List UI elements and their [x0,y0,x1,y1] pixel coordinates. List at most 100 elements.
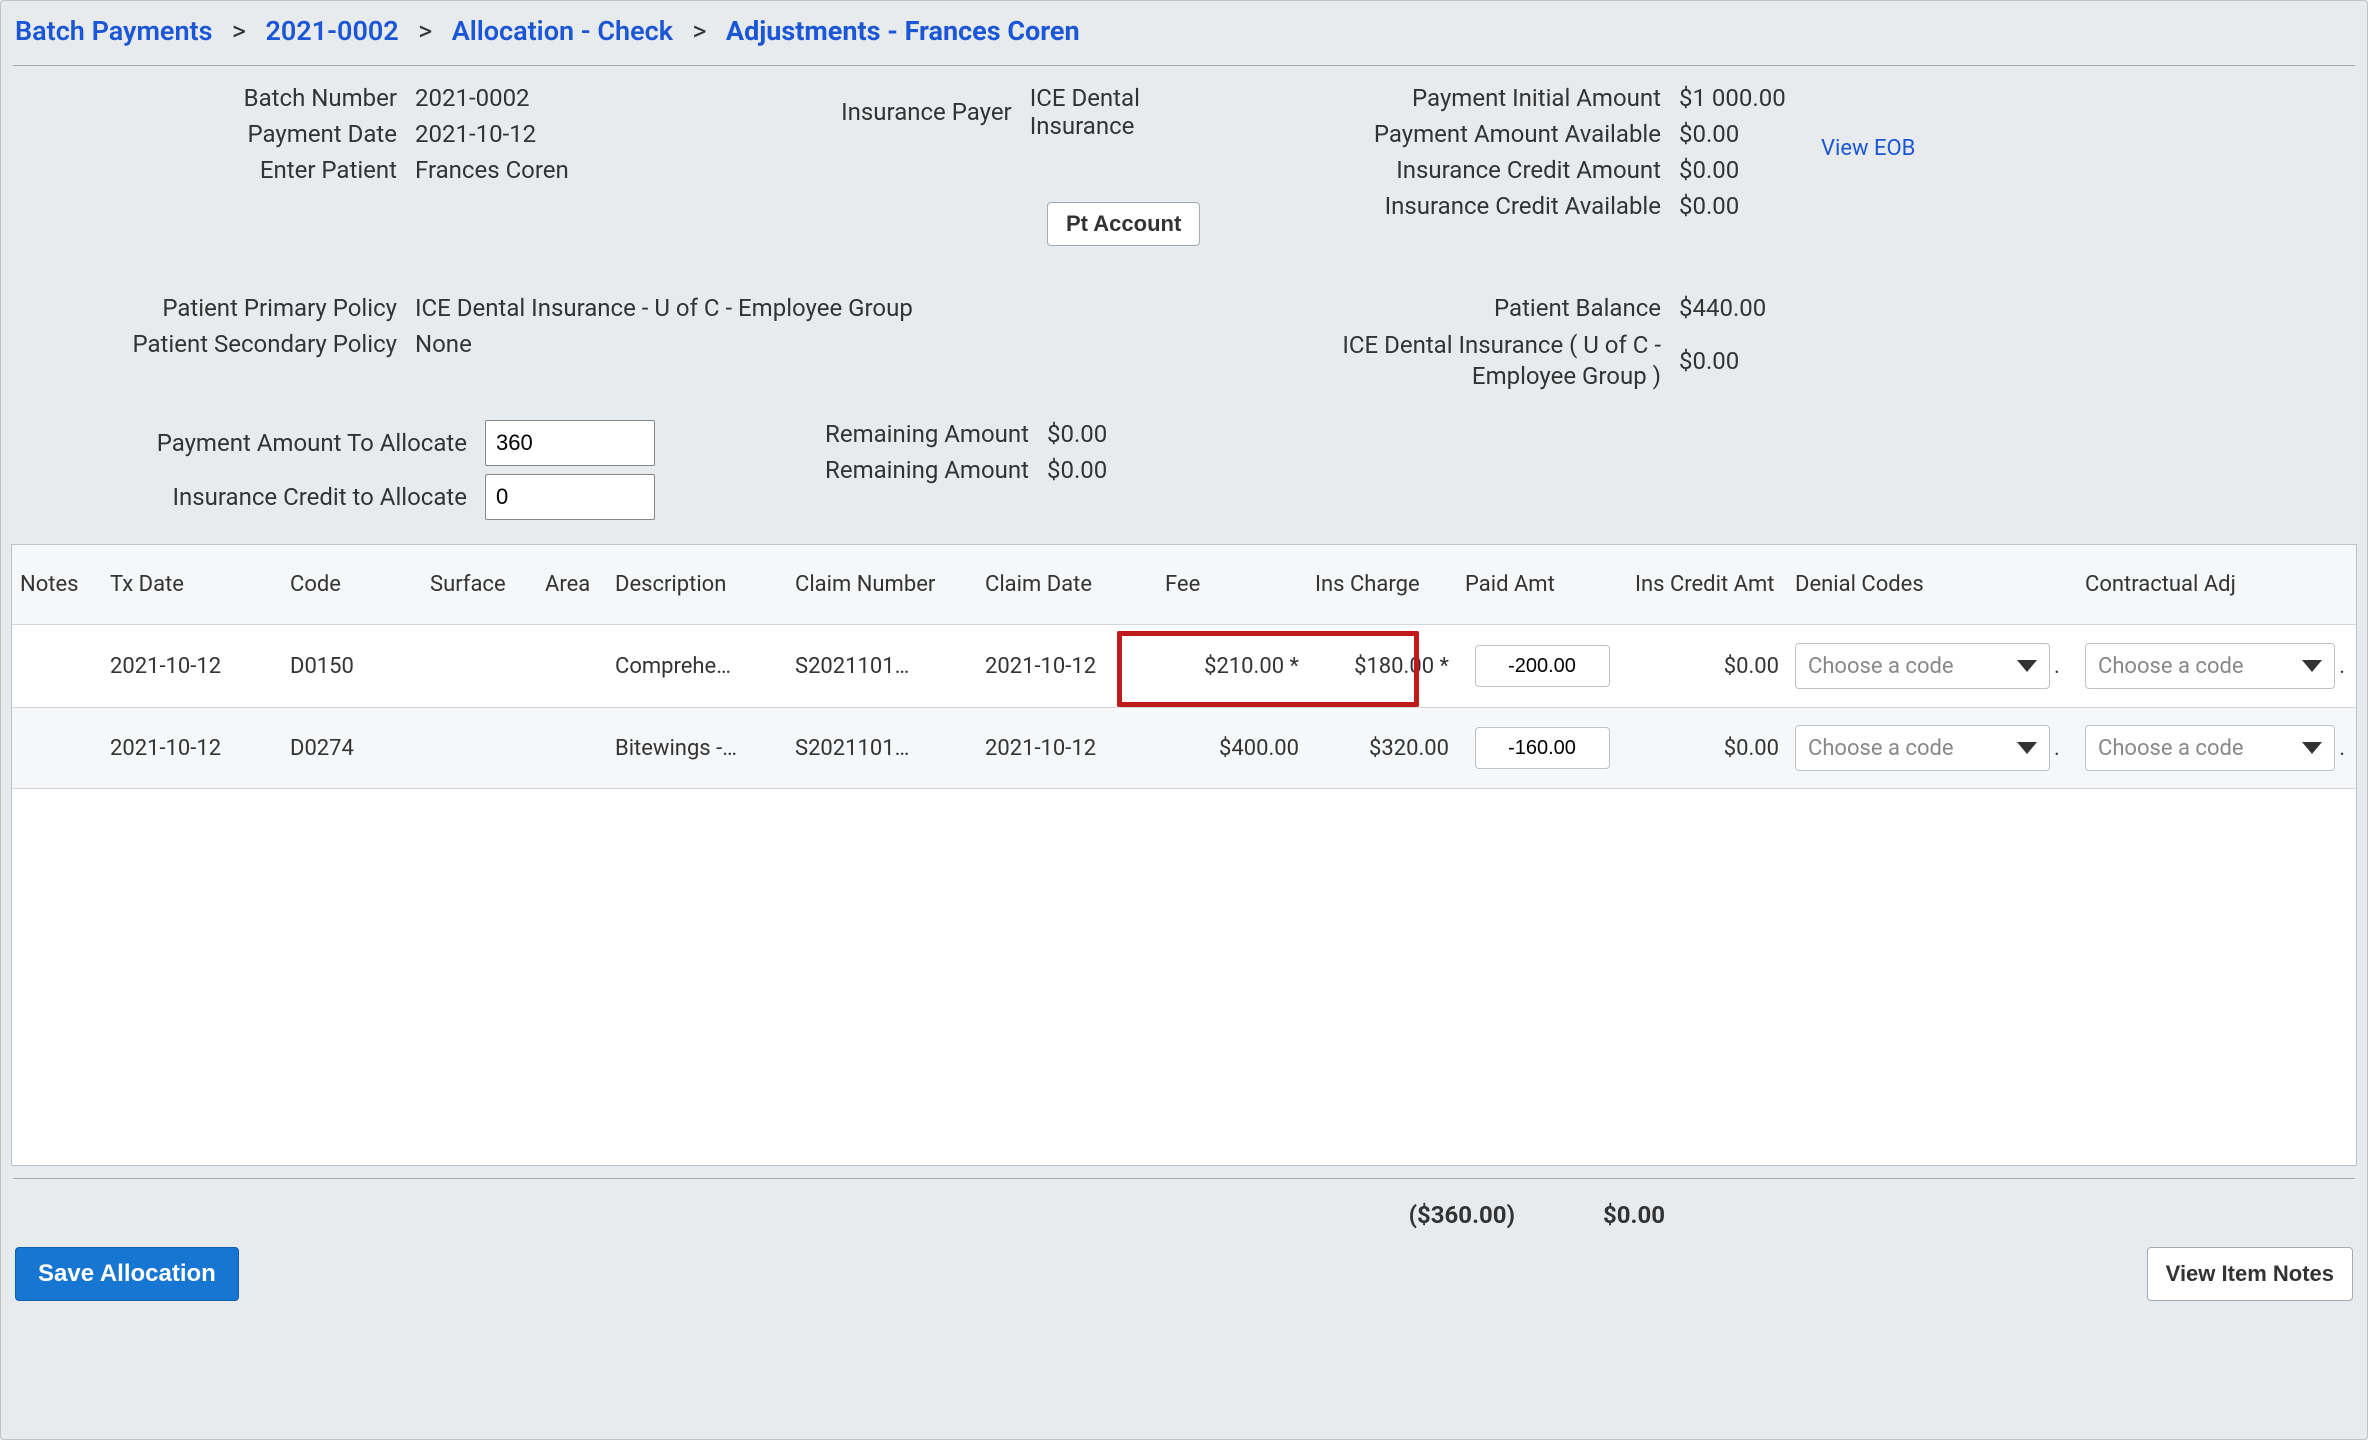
pt-account-button[interactable]: Pt Account [1047,202,1200,246]
cell-description: Bitewings -… [607,736,787,761]
allocation-grid: Notes Tx Date Code Surface Area Descript… [11,544,2357,1166]
cell-claimnum: S2021101… [787,654,977,679]
credit-allocate-input[interactable] [485,474,655,520]
cell-code: D0274 [282,736,422,761]
cell-fee: $400.00 [1157,736,1307,761]
cell-ins-credit: $0.00 [1627,736,1787,761]
col-denial-codes[interactable]: Denial Codes [1787,572,2077,598]
breadcrumb-allocation[interactable]: Allocation - Check [452,15,673,47]
payment-available-value: $0.00 [1679,120,1799,148]
breadcrumb-batch-number[interactable]: 2021-0002 [265,15,398,47]
primary-policy-value: ICE Dental Insurance - U of C - Employee… [415,294,913,322]
cell-description: Comprehe… [607,654,787,679]
allocate-label: Payment Amount To Allocate [15,429,485,457]
cell-txdate: 2021-10-12 [102,736,282,761]
remaining-label: Remaining Amount [747,420,1047,448]
patient-balance-label: Patient Balance [1249,294,1679,322]
col-code[interactable]: Code [282,572,422,598]
allocate-input[interactable] [485,420,655,466]
grid-header-row: Notes Tx Date Code Surface Area Descript… [12,545,2356,625]
chevron-down-icon [2017,660,2037,672]
select-placeholder: Choose a code [2098,736,2244,761]
col-paid-amt[interactable]: Paid Amt [1457,572,1627,598]
view-item-notes-button[interactable]: View Item Notes [2147,1247,2353,1301]
contractual-adj-select[interactable]: Choose a code [2085,725,2335,771]
payment-date-label: Payment Date [15,120,415,148]
dot-separator: . [2050,736,2064,761]
save-allocation-button[interactable]: Save Allocation [15,1247,239,1301]
cell-ins-charge: $320.00 [1307,736,1457,761]
col-description[interactable]: Description [607,572,787,598]
ins-credit-available-value: $0.00 [1679,192,1799,220]
cell-claimnum: S2021101… [787,736,977,761]
payment-date-value: 2021-10-12 [415,120,536,148]
col-claim-number[interactable]: Claim Number [787,572,977,598]
paid-amt-input[interactable] [1475,645,1610,687]
enter-patient-value: Frances Coren [415,156,569,184]
payment-initial-value: $1 000.00 [1679,84,1799,112]
dot-separator: . [2335,736,2349,761]
dot-separator: . [2335,654,2349,679]
remaining-value: $0.00 [1047,420,1107,448]
batch-number-value: 2021-0002 [415,84,530,112]
paid-amt-input[interactable] [1475,727,1610,769]
breadcrumb-batch-payments[interactable]: Batch Payments [15,15,212,47]
ins-credit-amount-value: $0.00 [1679,156,1799,184]
breadcrumb-separator: > [219,15,259,47]
col-notes[interactable]: Notes [12,572,102,598]
dot-separator: . [2050,654,2064,679]
select-placeholder: Choose a code [1808,736,1954,761]
breadcrumb-separator: > [680,15,720,47]
table-row[interactable]: 2021-10-12 D0274 Bitewings -… S2021101… … [12,707,2356,789]
remaining2-value: $0.00 [1047,456,1107,484]
contractual-adj-select[interactable]: Choose a code [2085,643,2335,689]
col-contractual-adj[interactable]: Contractual Adj [2077,572,2357,598]
credit-allocate-label: Insurance Credit to Allocate [15,483,485,511]
divider [13,1178,2355,1179]
remaining2-label: Remaining Amount [747,456,1047,484]
patient-balance-value: $440.00 [1679,294,1799,322]
cell-claimdate: 2021-10-12 [977,736,1157,761]
payment-initial-label: Payment Initial Amount [1249,84,1679,112]
chevron-down-icon [2302,742,2322,754]
primary-policy-label: Patient Primary Policy [15,294,415,322]
cell-ins-charge: $180.00 * [1307,654,1457,679]
ins-credit-amount-label: Insurance Credit Amount [1249,156,1679,184]
secondary-policy-value: None [415,330,472,358]
ins-credit-available-label: Insurance Credit Available [1249,192,1679,220]
payment-available-label: Payment Amount Available [1249,120,1679,148]
ice-group-label: ICE Dental Insurance ( U of C - Employee… [1249,330,1679,392]
table-row[interactable]: 2021-10-12 D0150 Comprehe… S2021101… 202… [12,625,2356,707]
total-credit: $0.00 [1515,1201,1675,1229]
insurance-payer-value: ICE Dental Insurance [1030,84,1237,140]
denial-code-select[interactable]: Choose a code [1795,725,2050,771]
col-ins-charge[interactable]: Ins Charge [1307,572,1457,598]
chevron-down-icon [2017,742,2037,754]
col-fee[interactable]: Fee [1157,572,1307,598]
breadcrumb-separator: > [405,15,445,47]
cell-fee: $210.00 * [1157,654,1307,679]
col-claim-date[interactable]: Claim Date [977,572,1157,598]
chevron-down-icon [2302,660,2322,672]
secondary-policy-label: Patient Secondary Policy [15,330,415,358]
totals-row: ($360.00) $0.00 [11,1189,2357,1229]
select-placeholder: Choose a code [2098,654,2244,679]
cell-code: D0150 [282,654,422,679]
batch-number-label: Batch Number [15,84,415,112]
cell-claimdate: 2021-10-12 [977,654,1157,679]
view-eob-link[interactable]: View EOB [1821,136,1915,161]
total-paid: ($360.00) [11,1201,1515,1229]
divider [13,65,2355,66]
col-txdate[interactable]: Tx Date [102,572,282,598]
select-placeholder: Choose a code [1808,654,1954,679]
col-ins-credit-amt[interactable]: Ins Credit Amt [1627,572,1787,598]
enter-patient-label: Enter Patient [15,156,415,184]
breadcrumb-current: Adjustments - Frances Coren [726,15,1080,47]
col-area[interactable]: Area [537,572,607,598]
cell-ins-credit: $0.00 [1627,654,1787,679]
ice-group-value: $0.00 [1679,347,1799,375]
insurance-payer-label: Insurance Payer [747,98,1030,126]
col-surface[interactable]: Surface [422,572,537,598]
breadcrumb: Batch Payments > 2021-0002 > Allocation … [11,9,2357,65]
denial-code-select[interactable]: Choose a code [1795,643,2050,689]
